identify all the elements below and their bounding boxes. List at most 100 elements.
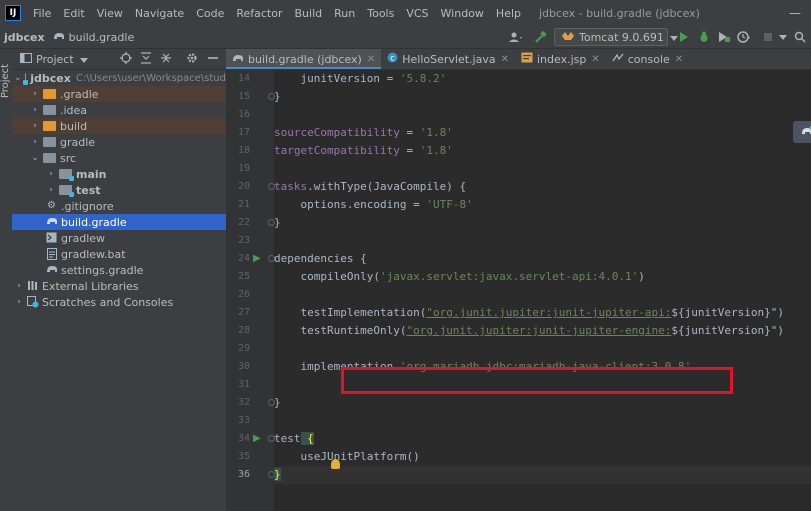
coverage-icon[interactable] (716, 29, 732, 45)
chevron-right-icon[interactable]: › (30, 105, 40, 115)
menu-view[interactable]: View (91, 7, 129, 20)
tree-item-gitignore[interactable]: ⚙ .gitignore (12, 198, 226, 214)
line-number: 15 (237, 91, 250, 102)
code-line-22: } (274, 216, 281, 229)
gradle-reload-popup[interactable]: ✕ (793, 121, 811, 143)
gradle-elephant-icon (46, 216, 57, 228)
tree-item-gradlew-bat[interactable]: gradlew.bat (12, 246, 226, 262)
menu-help[interactable]: Help (490, 7, 527, 20)
code-editor[interactable]: junitVersion = '5.8.2' } sourceCompatibi… (274, 70, 811, 511)
close-icon[interactable]: ✕ (675, 54, 683, 65)
menu-edit[interactable]: Edit (57, 7, 90, 20)
tree-item-jdbcex[interactable]: ⌄ jdbcex C:\Users\user\Workspace\stud (12, 70, 226, 86)
tree-item-src[interactable]: ⌄ src (12, 150, 226, 166)
chevron-right-icon[interactable]: › (46, 169, 56, 179)
chevron-right-icon[interactable]: › (14, 297, 24, 307)
chevron-down-icon[interactable]: ⌄ (14, 73, 22, 83)
stop-icon[interactable] (760, 29, 776, 45)
tree-item-build[interactable]: › build (12, 118, 226, 134)
menu-bar: IJ File Edit View Navigate Code Refactor… (0, 0, 811, 26)
line-number: 20 (237, 181, 250, 192)
close-icon[interactable]: ✕ (591, 54, 599, 65)
menu-file[interactable]: File (27, 7, 57, 20)
close-icon[interactable]: ✕ (367, 54, 375, 65)
hide-panel-icon[interactable] (208, 52, 218, 67)
tab-label: HelloServlet.java (402, 52, 496, 66)
locate-file-icon[interactable] (120, 52, 132, 67)
menu-vcs[interactable]: VCS (400, 7, 434, 20)
collapse-all-icon[interactable] (160, 52, 172, 67)
line-number: 22 (237, 217, 250, 228)
tab-console[interactable]: console ✕ (606, 49, 689, 69)
minimize-button[interactable]: — (780, 0, 810, 26)
tree-item-label: gradlew (61, 231, 106, 245)
chevron-down-icon[interactable] (79, 53, 88, 66)
breadcrumb-file[interactable]: build.gradle (69, 31, 135, 44)
chevron-right-icon[interactable]: › (30, 89, 40, 99)
highlight-annotation-box (341, 367, 733, 394)
project-tool-window-button[interactable]: Project (0, 61, 11, 101)
gear-icon[interactable] (186, 52, 198, 67)
run-icon[interactable] (676, 29, 692, 45)
project-view-title[interactable]: Project (36, 53, 74, 66)
line-number: 25 (237, 271, 250, 282)
line-number: 31 (237, 379, 250, 390)
expand-all-icon[interactable] (140, 52, 152, 67)
tree-item-gradle-dir[interactable]: › .gradle (12, 86, 226, 102)
build-hammer-icon[interactable] (532, 29, 548, 45)
tree-item-gradle[interactable]: › gradle (12, 134, 226, 150)
window-title: jdbcex - build.gradle (jdbcex) (539, 6, 700, 20)
lightbulb-icon[interactable] (331, 459, 340, 469)
code-line-36: } (274, 468, 281, 481)
menu-refactor[interactable]: Refactor (230, 7, 288, 20)
menu-tools[interactable]: Tools (361, 7, 400, 20)
search-icon[interactable] (792, 29, 808, 45)
tree-item-settings-gradle[interactable]: settings.gradle (12, 262, 226, 278)
excluded-folder-icon (43, 121, 56, 131)
line-number: 30 (237, 361, 250, 372)
tree-item-label: settings.gradle (61, 263, 144, 277)
debug-bug-icon[interactable] (696, 29, 712, 45)
tree-item-idea[interactable]: › .idea (12, 102, 226, 118)
excluded-folder-icon (43, 89, 56, 99)
tree-item-scratches[interactable]: › Scratches and Consoles (12, 294, 226, 310)
menu-code[interactable]: Code (190, 7, 230, 20)
tree-item-gradlew[interactable]: gradlew (12, 230, 226, 246)
chevron-right-icon[interactable]: › (30, 137, 40, 147)
tab-build-gradle[interactable]: build.gradle (jdbcex) ✕ (226, 49, 382, 69)
tree-item-test[interactable]: › test (12, 182, 226, 198)
jsp-file-icon (521, 52, 533, 66)
close-icon[interactable]: ✕ (501, 54, 509, 65)
menu-build[interactable]: Build (289, 7, 329, 20)
tab-index-jsp[interactable]: index.jsp ✕ (515, 49, 606, 69)
menu-navigate[interactable]: Navigate (129, 7, 190, 20)
line-number: 14 (237, 73, 250, 84)
chevron-down-icon[interactable] (775, 29, 791, 45)
tree-item-external-libraries[interactable]: › External Libraries (12, 278, 226, 294)
line-number: 33 (237, 415, 250, 426)
line-number: 26 (237, 289, 250, 300)
breadcrumb-project[interactable]: jdbcex (4, 31, 45, 44)
gradle-reload-icon[interactable] (801, 125, 811, 139)
run-gutter-icon[interactable]: ▶ (253, 433, 261, 444)
gradle-elephant-icon (46, 264, 57, 276)
menu-run[interactable]: Run (328, 7, 361, 20)
terminal-file-icon (46, 232, 57, 244)
run-configuration-selector[interactable]: Tomcat 9.0.691 (554, 28, 678, 46)
chevron-right-icon[interactable]: › (46, 185, 56, 195)
chevron-right-icon[interactable]: › (14, 281, 24, 291)
tree-item-label: jdbcex (30, 71, 71, 85)
tree-item-main[interactable]: › main (12, 166, 226, 182)
tree-item-build-gradle[interactable]: build.gradle (12, 214, 226, 230)
user-icon[interactable] (508, 29, 524, 45)
profile-icon[interactable] (736, 29, 752, 45)
tree-item-label: main (76, 167, 107, 181)
run-gutter-icon[interactable]: ▶ (253, 253, 261, 264)
chevron-down-icon[interactable]: ⌄ (30, 153, 40, 163)
tab-helloservlet[interactable]: c HelloServlet.java ✕ (381, 49, 515, 69)
line-number: 19 (237, 163, 250, 174)
chevron-right-icon[interactable]: › (30, 121, 40, 131)
menu-window[interactable]: Window (435, 7, 490, 20)
line-number: 24 (237, 253, 250, 264)
tree-item-label: External Libraries (42, 279, 139, 293)
